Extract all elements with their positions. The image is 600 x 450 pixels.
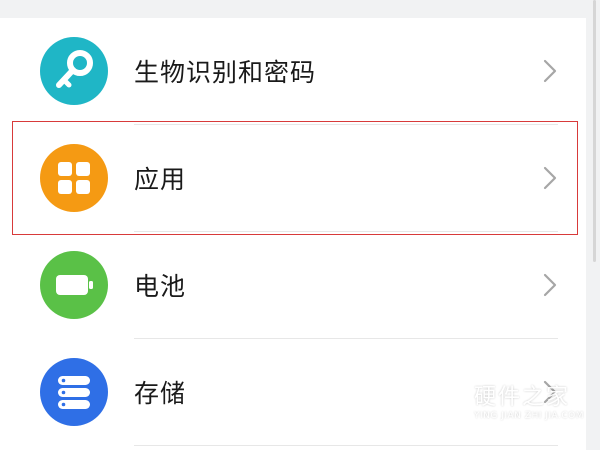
settings-item-label: 电池	[134, 272, 187, 301]
chevron-right-icon	[543, 59, 557, 83]
watermark-subtitle: YING JIAN ZHI JIA.COM	[474, 411, 585, 421]
settings-item-biometrics[interactable]: 生物识别和密码	[0, 18, 586, 124]
chevron-right-icon	[543, 273, 557, 297]
settings-item-label: 应用	[134, 165, 187, 194]
settings-item-apps[interactable]: 应用	[0, 125, 586, 231]
key-icon	[40, 37, 108, 105]
watermark-logo-icon	[431, 380, 469, 424]
apps-grid-icon	[40, 144, 108, 212]
settings-item-label: 存储	[134, 379, 187, 408]
settings-item-battery[interactable]: 电池	[0, 232, 586, 338]
settings-screen: 生物识别和密码 应用 电池 存储 硬件之家 YING JIAN ZHI JIA.…	[0, 0, 600, 450]
watermark-title: 硬件之家	[474, 385, 571, 410]
divider	[134, 445, 558, 446]
scrollbar[interactable]	[593, 0, 596, 262]
settings-item-label: 生物识别和密码	[134, 58, 317, 87]
battery-icon	[40, 251, 108, 319]
watermark: 硬件之家 YING JIAN ZHI JIA.COM	[430, 378, 590, 430]
storage-icon	[40, 358, 108, 426]
chevron-right-icon	[543, 166, 557, 190]
